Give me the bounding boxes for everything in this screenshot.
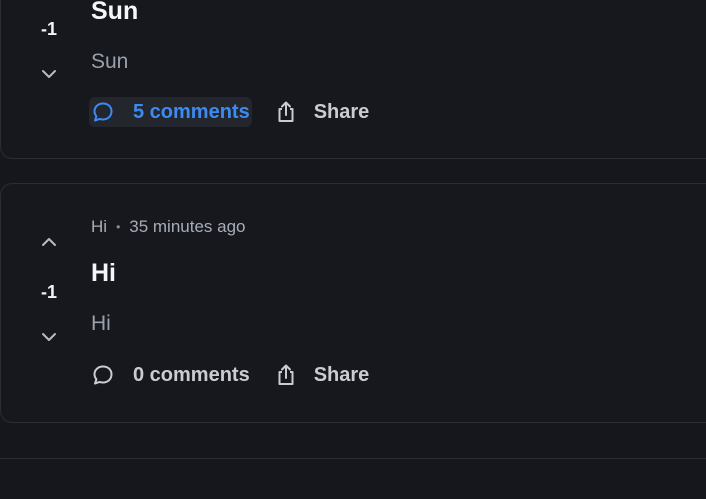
comments-button[interactable]: 5 comments — [89, 97, 252, 127]
upvote-button[interactable] — [31, 230, 67, 254]
downvote-button[interactable] — [31, 62, 67, 86]
post-body: Hi — [91, 312, 111, 335]
post-actions: 5 comments Share — [89, 96, 371, 128]
post-card: -1 Hi • 35 minutes ago Hi Hi 0 comments — [0, 183, 706, 423]
chevron-down-icon — [42, 70, 56, 78]
post-author[interactable]: Hi — [91, 217, 107, 237]
share-button[interactable]: Share — [272, 97, 372, 127]
share-button[interactable]: Share — [272, 360, 372, 390]
post-actions: 0 comments Share — [89, 359, 371, 391]
share-label: Share — [313, 100, 370, 123]
speech-bubble-icon — [91, 100, 115, 124]
post-body: Sun — [91, 50, 129, 73]
post-meta: Hi • 35 minutes ago — [91, 217, 246, 237]
post-card: -1 Sun Sun 5 comments Share — [0, 0, 706, 159]
feed: -1 Sun Sun 5 comments Share -1 Hi • 35 m… — [0, 0, 706, 499]
share-icon — [274, 100, 298, 124]
downvote-button[interactable] — [31, 325, 67, 349]
divider — [0, 458, 706, 459]
comments-count-label: 0 comments — [133, 363, 250, 386]
meta-separator: • — [116, 220, 121, 234]
comments-button[interactable]: 0 comments — [89, 360, 252, 390]
speech-bubble-icon — [91, 363, 115, 387]
post-title[interactable]: Hi — [91, 258, 116, 288]
vote-score: -1 — [40, 282, 57, 302]
post-time: 35 minutes ago — [129, 217, 246, 236]
comments-count-label: 5 comments — [133, 100, 250, 123]
vote-score: -1 — [40, 19, 57, 39]
share-icon — [274, 363, 298, 387]
chevron-down-icon — [42, 333, 56, 341]
chevron-up-icon — [42, 238, 56, 246]
post-title[interactable]: Sun — [91, 0, 138, 26]
share-label: Share — [313, 363, 370, 386]
